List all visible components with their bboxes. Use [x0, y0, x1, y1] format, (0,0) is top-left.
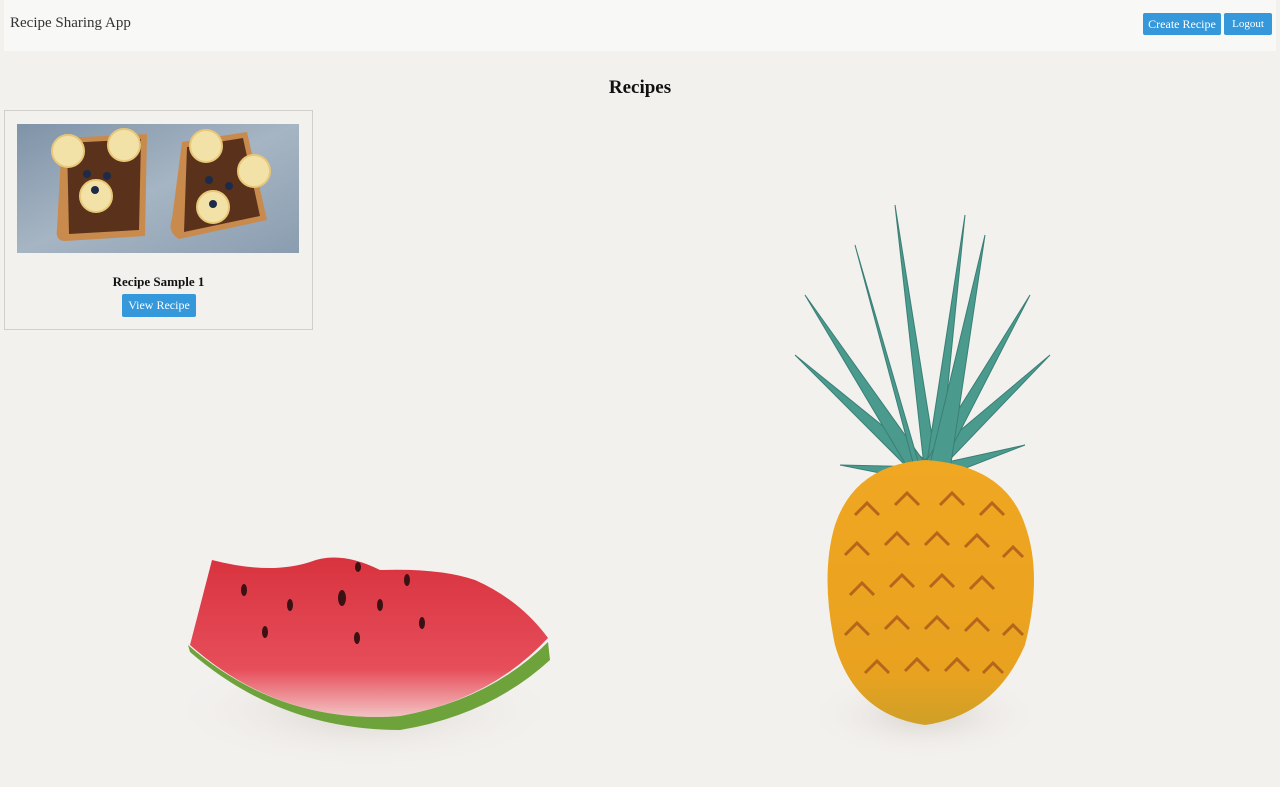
- watermelon-icon: [165, 557, 565, 770]
- navbar: Recipe Sharing App Create Recipe Logout: [4, 0, 1276, 51]
- recipe-card: Recipe Sample 1 View Recipe: [4, 110, 313, 330]
- page-title: Recipes: [608, 77, 672, 98]
- view-recipe-button[interactable]: View Recipe: [122, 294, 196, 317]
- recipe-image: [17, 124, 299, 253]
- logout-button[interactable]: Logout: [1224, 13, 1272, 35]
- recipe-title: Recipe Sample 1: [112, 274, 205, 289]
- app-brand[interactable]: Recipe Sharing App: [10, 15, 131, 32]
- create-recipe-button[interactable]: Create Recipe: [1143, 13, 1221, 35]
- pineapple-icon: [794, 204, 1051, 760]
